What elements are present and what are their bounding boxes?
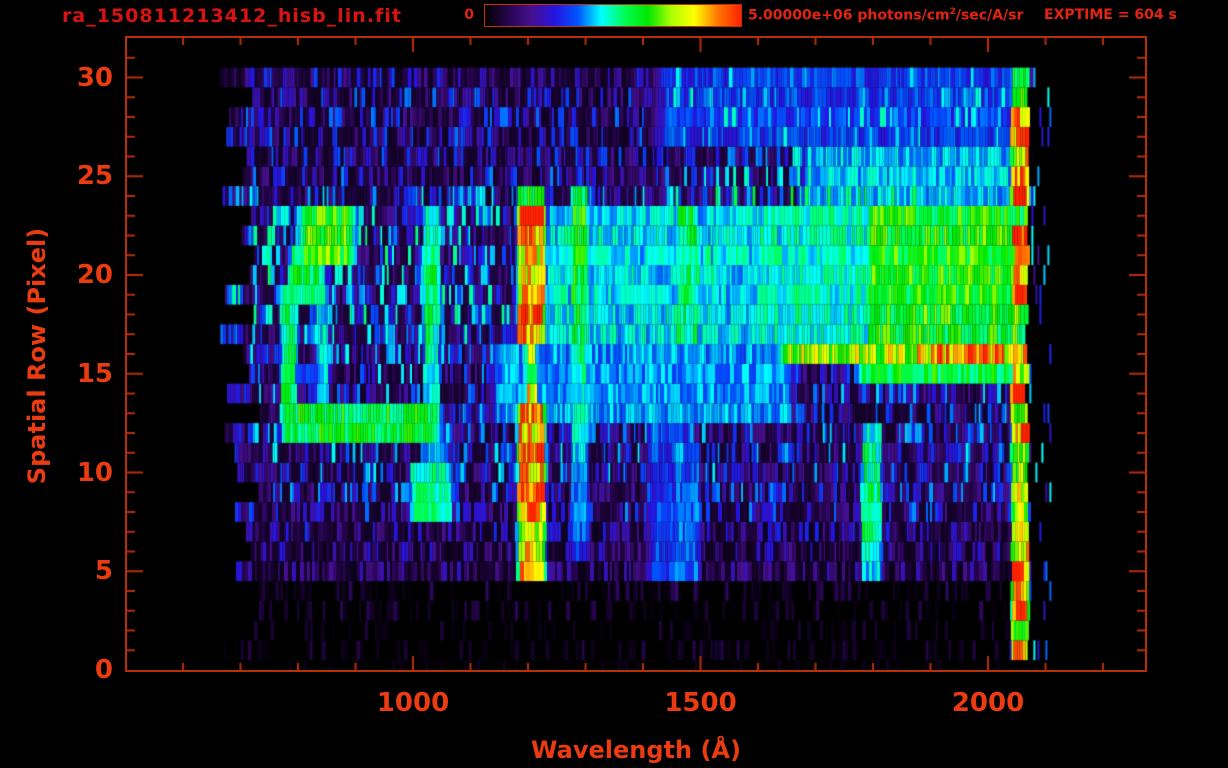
x-tick-label-1500: 1500 (664, 688, 737, 718)
spectrograph-display-window: { "header": { "title": "ra_150811213412_… (0, 0, 1228, 768)
y-tick-label-30: 30 (76, 62, 113, 93)
colorbar-min-label: 0 (464, 7, 474, 23)
colorbar-max-value: 5.00000e+06 (748, 7, 853, 24)
y-tick-label-15: 15 (76, 358, 113, 389)
x-axis-label: Wavelength (Å) (531, 736, 741, 764)
y-tick-label-5: 5 (94, 556, 113, 587)
colorbar-units-post: /sec/A/sr (955, 7, 1024, 24)
y-tick-label-25: 25 (76, 161, 113, 192)
y-tick-label-20: 20 (76, 260, 113, 290)
filename-title: ra_150811213412_hisb_lin.fit (62, 5, 402, 27)
colorbar-gradient (484, 4, 742, 27)
x-tick-label-2000: 2000 (951, 688, 1025, 718)
y-tick-label-10: 10 (76, 457, 113, 488)
exptime-label: EXPTIME = 604 s (1044, 7, 1177, 23)
y-axis-label: Spatial Row (Pixel) (23, 227, 51, 485)
x-tick-label-1000: 1000 (376, 688, 450, 718)
y-tick-label-0: 0 (94, 655, 113, 685)
spectral-image-canvas (127, 38, 1145, 670)
colorbar-units-pre: photons/cm (852, 7, 950, 24)
colorbar-max-label: 5.00000e+06 photons/cm2/sec/A/sr (748, 7, 1023, 24)
